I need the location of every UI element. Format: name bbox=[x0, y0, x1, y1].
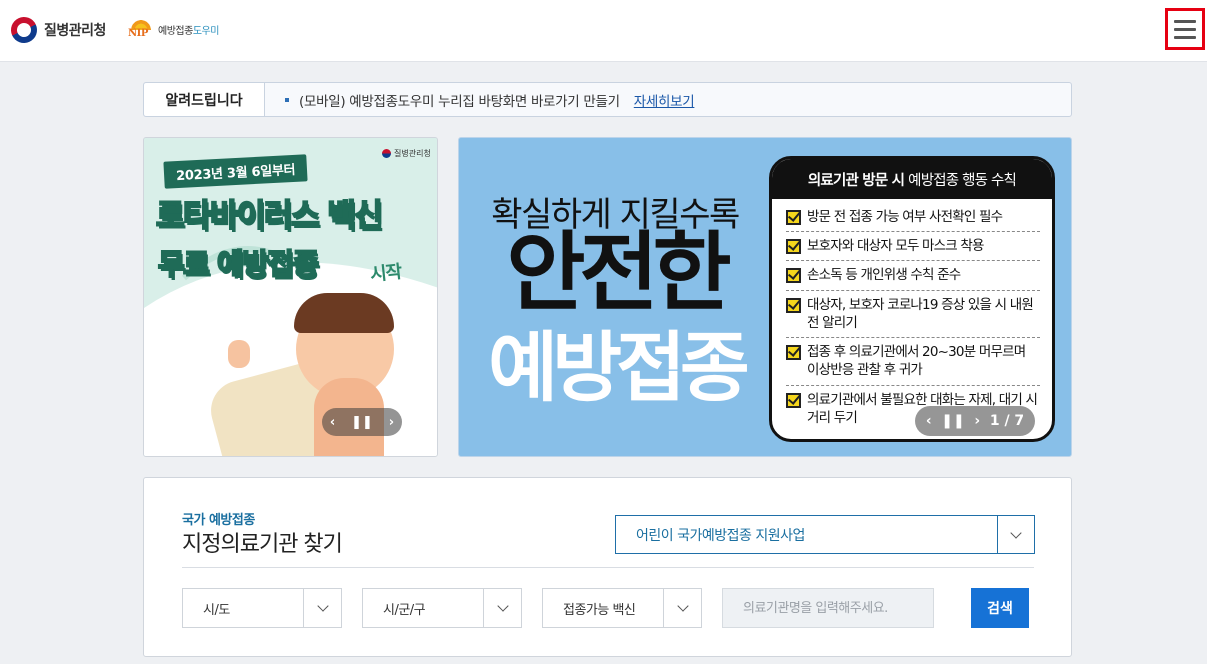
banner-big-text-vaccination: 예방접종 bbox=[488, 323, 750, 412]
notice-bar: 알려드립니다 (모바일) 예방접종도우미 누리집 바탕화면 바로가기 만들기 자… bbox=[143, 82, 1072, 117]
banner-kdca-logo: 질병관리청 bbox=[382, 148, 431, 159]
sigungu-select[interactable]: 시/군/구 bbox=[362, 588, 522, 628]
checkbox-icon bbox=[786, 392, 801, 408]
rule-item: 대상자, 보호자 코로나19 증상 있을 시 내원 전 알리기 bbox=[786, 291, 1040, 339]
banner-kdca-logo-text: 질병관리청 bbox=[394, 149, 431, 158]
rule-item: 보호자와 대상자 모두 마스크 착용 bbox=[786, 232, 1040, 262]
nip-logo-text-b: 도우미 bbox=[192, 25, 220, 37]
hamburger-line bbox=[1174, 35, 1196, 39]
taegeuk-icon bbox=[6, 12, 42, 48]
next-slide-button[interactable]: › bbox=[974, 413, 980, 429]
checkbox-icon bbox=[786, 210, 801, 225]
banner-title-start: 시작 bbox=[369, 261, 403, 286]
site-header: 질병관리청 NIP 예방접종도우미 bbox=[0, 0, 1207, 62]
sido-select[interactable]: 시/도 bbox=[182, 588, 342, 628]
program-select[interactable]: 어린이 국가예방접종 지원사업 bbox=[615, 515, 1035, 554]
checkbox-icon bbox=[786, 239, 801, 255]
rule-item: 접종 후 의료기관에서 20~30분 머무르며 이상반응 관찰 후 귀가 bbox=[786, 338, 1040, 386]
chevron-down-icon bbox=[997, 516, 1034, 553]
baby-illustration-hand bbox=[228, 340, 250, 368]
notice-title: 알려드립니다 bbox=[144, 83, 265, 116]
banner-big-text-safe: 안전한 bbox=[506, 223, 731, 323]
clinic-search-panel: 국가 예방접종 지정의료기관 찾기 어린이 국가예방접종 지원사업 시/도 시/… bbox=[143, 477, 1072, 657]
search-button[interactable]: 검색 bbox=[971, 588, 1029, 628]
kdca-logo-text: 질병관리청 bbox=[44, 23, 106, 39]
divider bbox=[182, 567, 1034, 568]
rules-heading-bold: 의료기관 방문 시 bbox=[807, 172, 905, 189]
clinic-name-input[interactable] bbox=[722, 588, 934, 628]
hamburger-menu-button[interactable] bbox=[1165, 8, 1205, 50]
rotavirus-banner[interactable]: 질병관리청 2023년 3월 6일부터 로타바이러스 백신 무료 예방접종 시작… bbox=[143, 137, 438, 457]
hamburger-line bbox=[1174, 27, 1196, 31]
nip-logo[interactable]: NIP 예방접종도우미 bbox=[128, 16, 219, 42]
chevron-down-icon bbox=[483, 589, 521, 627]
search-title: 지정의료기관 찾기 bbox=[182, 532, 343, 557]
next-slide-button[interactable]: › bbox=[389, 415, 394, 430]
prev-slide-button[interactable]: ‹ bbox=[330, 415, 335, 430]
nip-sun-icon: NIP bbox=[128, 16, 154, 42]
vaccine-select[interactable]: 접종가능 백신 bbox=[542, 588, 702, 628]
right-banner-controls: ‹ ❚❚ › 1 / 7 bbox=[915, 406, 1035, 436]
rule-text: 대상자, 보호자 코로나19 증상 있을 시 내원 전 알리기 bbox=[807, 296, 1034, 331]
checkbox-icon bbox=[786, 297, 801, 313]
sigungu-select-value: 시/군/구 bbox=[383, 602, 426, 618]
rules-panel-heading: 의료기관 방문 시 예방접종 행동 수칙 bbox=[772, 159, 1052, 199]
rule-text: 접종 후 의료기관에서 20~30분 머무르며 이상반응 관찰 후 귀가 bbox=[807, 344, 1026, 379]
banner-title-free: 무료 예방접종 bbox=[157, 246, 320, 282]
kdca-logo[interactable]: 질병관리청 bbox=[6, 12, 106, 48]
bullet-icon bbox=[285, 97, 289, 102]
banner-title-vaccine: 로타바이러스 백신 bbox=[155, 197, 384, 235]
rule-text: 보호자와 대상자 모두 마스크 착용 bbox=[807, 238, 984, 255]
rule-text: 방문 전 접종 가능 여부 사전확인 필수 bbox=[807, 209, 1003, 225]
chevron-down-icon bbox=[663, 589, 701, 627]
checkbox-icon bbox=[786, 268, 801, 284]
notice-text[interactable]: (모바일) 예방접종도우미 누리집 바탕화면 바로가기 만들기 bbox=[299, 90, 620, 110]
chevron-down-icon bbox=[303, 589, 341, 627]
sido-select-value: 시/도 bbox=[203, 602, 230, 618]
rule-item: 방문 전 접종 가능 여부 사전확인 필수 bbox=[786, 203, 1040, 233]
program-select-value: 어린이 국가예방접종 지원사업 bbox=[636, 527, 805, 544]
rule-item: 손소독 등 개인위생 수칙 준수 bbox=[786, 261, 1040, 291]
rules-heading-rest: 예방접종 행동 수칙 bbox=[908, 172, 1017, 189]
vaccination-rules-banner[interactable]: 확실하게 지킬수록 안전한 예방접종 의료기관 방문 시 예방접종 행동 수칙 방… bbox=[458, 137, 1072, 457]
nip-logo-text-a: 예방접종 bbox=[158, 25, 193, 37]
vaccine-select-value: 접종가능 백신 bbox=[563, 602, 636, 618]
hamburger-menu-icon bbox=[1174, 19, 1196, 23]
pause-slide-button[interactable]: ❚❚ bbox=[941, 413, 964, 429]
slide-page-indicator: 1 / 7 bbox=[989, 413, 1025, 429]
baby-illustration-hair bbox=[294, 293, 394, 333]
checkbox-icon bbox=[786, 345, 801, 361]
notice-more-link[interactable]: 자세히보기 bbox=[634, 90, 695, 110]
rules-list: 방문 전 접종 가능 여부 사전확인 필수 보호자와 대상자 모두 마스크 착용… bbox=[772, 199, 1052, 432]
prev-slide-button[interactable]: ‹ bbox=[926, 413, 932, 429]
rules-panel: 의료기관 방문 시 예방접종 행동 수칙 방문 전 접종 가능 여부 사전확인 필… bbox=[769, 156, 1055, 442]
pause-slide-button[interactable]: ❚❚ bbox=[351, 415, 373, 430]
left-banner-controls: ‹ ❚❚ › bbox=[322, 408, 402, 436]
nip-letters: NIP bbox=[128, 28, 148, 39]
nip-logo-text: 예방접종도우미 bbox=[158, 22, 219, 37]
taegeuk-icon bbox=[382, 149, 391, 158]
rule-text: 손소독 등 개인위생 수칙 준수 bbox=[807, 267, 961, 284]
